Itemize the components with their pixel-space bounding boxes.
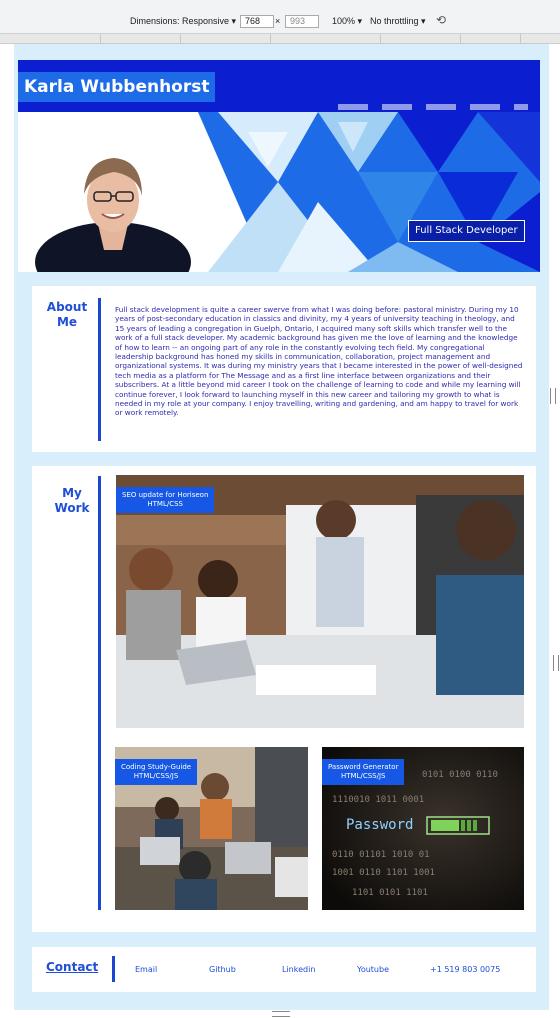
project-label[interactable]: Password Generator HTML/CSS/JS xyxy=(322,759,405,785)
media-query-ruler[interactable] xyxy=(0,34,560,44)
project-title: Password Generator xyxy=(328,763,399,771)
about-heading-line1: About xyxy=(46,300,88,314)
project-label[interactable]: Coding Study-Guide HTML/CSS/JS xyxy=(115,759,198,785)
svg-text:1001 0110 1101 1001: 1001 0110 1101 1001 xyxy=(332,868,435,878)
contact-section: Contact Email Github Linkedin Youtube +1… xyxy=(32,947,536,992)
work-section: My Work SEO update for Horiseon HTML/CSS… xyxy=(32,466,536,932)
rotate-icon[interactable]: ⟲ xyxy=(436,13,446,27)
hero-badge: Full Stack Developer xyxy=(408,220,525,242)
width-input[interactable]: 768 xyxy=(240,15,274,28)
project-label[interactable]: SEO update for Horiseon HTML/CSS xyxy=(116,487,215,513)
project-card-study-guide[interactable]: Coding Study-Guide HTML/CSS/JS xyxy=(115,747,308,910)
resize-handle-right[interactable] xyxy=(550,388,556,404)
linkedin-link[interactable]: Linkedin xyxy=(282,965,315,974)
work-heading: My Work xyxy=(52,486,92,516)
resize-handle-bottom[interactable] xyxy=(272,1011,290,1017)
about-divider xyxy=(98,298,101,441)
site-title: Karla Wubbenhorst xyxy=(18,72,216,102)
dimensions-dropdown[interactable]: Dimensions: Responsive ▾ xyxy=(130,16,236,27)
hero-background xyxy=(18,112,540,272)
work-heading-line2: Work xyxy=(54,501,90,515)
svg-text:0101 0100 0110: 0101 0100 0110 xyxy=(422,770,498,780)
about-heading-line2: Me xyxy=(56,315,78,329)
project-tech: HTML/CSS xyxy=(147,500,183,508)
project-title: SEO update for Horiseon xyxy=(122,491,209,499)
svg-text:1110010 1011 0001: 1110010 1011 0001 xyxy=(332,795,424,805)
github-link[interactable]: Github xyxy=(209,965,236,974)
email-link[interactable]: Email xyxy=(135,965,157,974)
work-divider xyxy=(98,476,101,910)
project-card-password[interactable]: 0101 0100 0110 1110010 1011 0001 0110 01… xyxy=(322,747,524,910)
zoom-dropdown[interactable]: 100% ▾ xyxy=(332,16,362,27)
devtools-toolbar: Dimensions: Responsive ▾ 768 × 993 100% … xyxy=(0,0,560,34)
project-tech: HTML/CSS/JS xyxy=(133,772,179,780)
hero-banner: Full Stack Developer xyxy=(18,112,540,272)
nav-links[interactable] xyxy=(338,104,528,110)
contact-title[interactable]: Contact xyxy=(46,960,98,974)
site-header: Karla Wubbenhorst xyxy=(18,60,540,112)
page-viewport: Karla Wubbenhorst Full Stack Developer A… xyxy=(14,44,549,1010)
about-section: About Me Full stack development is quite… xyxy=(32,286,536,452)
times-sign: × xyxy=(275,16,281,26)
work-heading-line1: My xyxy=(62,486,82,500)
contact-divider xyxy=(112,956,115,982)
svg-text:1101 0101 1101: 1101 0101 1101 xyxy=(352,888,428,898)
project-card-horiseon[interactable]: SEO update for Horiseon HTML/CSS xyxy=(116,475,524,728)
height-input[interactable]: 993 xyxy=(285,15,319,28)
password-word: Password xyxy=(346,817,414,833)
about-text: Full stack development is quite a career… xyxy=(115,305,523,418)
project-tech: HTML/CSS/JS xyxy=(340,772,386,780)
phone-link[interactable]: +1 519 803 0075 xyxy=(430,965,500,974)
svg-text:0110 01101 1010 01: 0110 01101 1010 01 xyxy=(332,850,430,860)
throttling-dropdown[interactable]: No throttling ▾ xyxy=(370,16,426,27)
about-heading: About Me xyxy=(46,300,88,330)
resize-handle-right-lower[interactable] xyxy=(553,655,559,671)
youtube-link[interactable]: Youtube xyxy=(357,965,389,974)
project-title: Coding Study-Guide xyxy=(121,763,192,771)
